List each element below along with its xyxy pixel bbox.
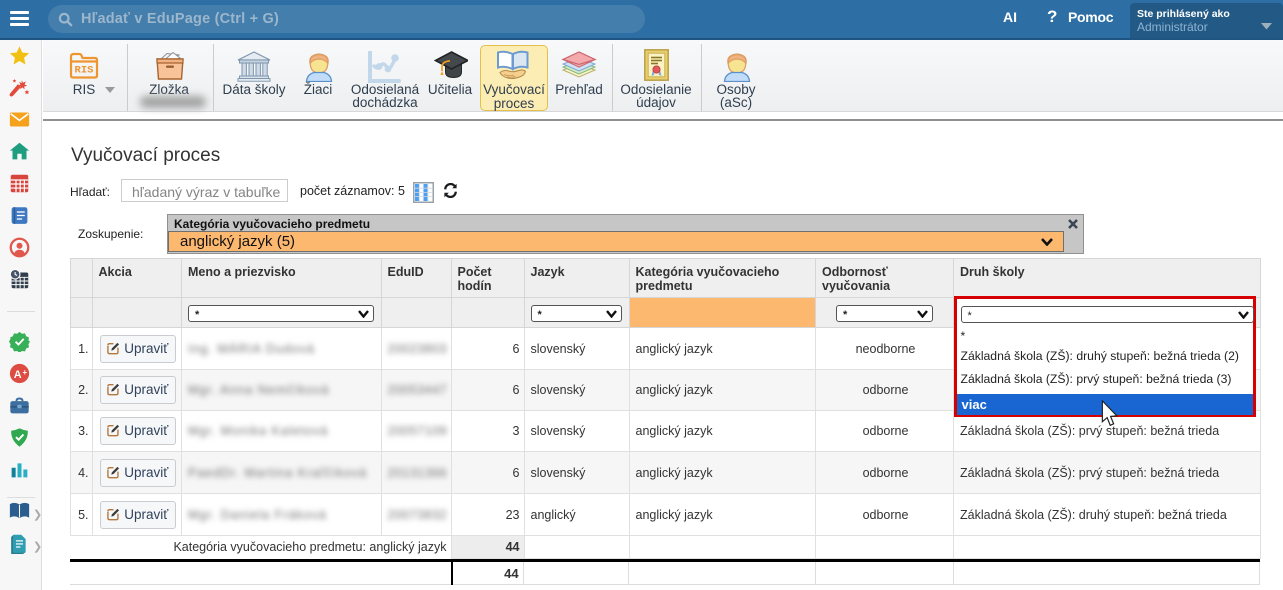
svg-text:RIS: RIS	[75, 65, 94, 77]
svg-text:A: A	[14, 369, 22, 381]
svg-text:+: +	[22, 368, 27, 377]
